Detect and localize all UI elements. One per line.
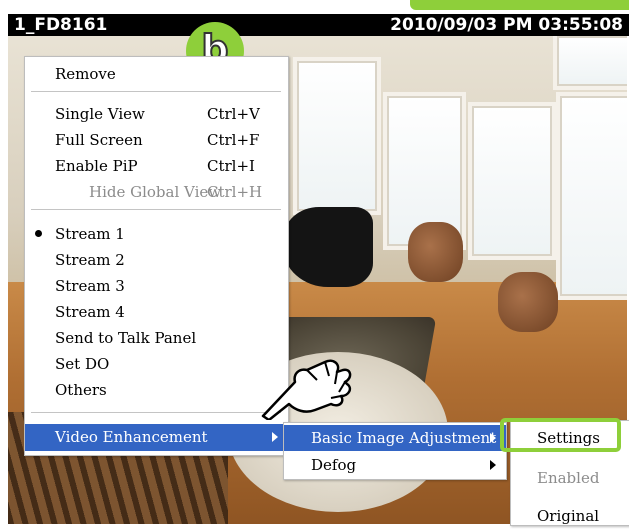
menu-item-label: Others xyxy=(55,381,107,399)
menu-item-label: Stream 4 xyxy=(55,303,125,321)
chevron-right-icon xyxy=(490,433,496,443)
menu-item-hide-global-view: Hide Global View Ctrl+H xyxy=(25,179,288,205)
menu-item-stream-1[interactable]: Stream 1 xyxy=(25,221,288,247)
menu-item-enabled: Enabled xyxy=(511,465,629,491)
armchair xyxy=(408,222,463,282)
menu-item-label: Stream 1 xyxy=(55,225,125,243)
window xyxy=(553,32,627,90)
window xyxy=(468,102,556,260)
menu-item-remove[interactable]: Remove xyxy=(25,61,288,87)
window xyxy=(556,92,627,300)
top-strip xyxy=(390,0,629,14)
menu-item-label: Basic Image Adjustment xyxy=(311,429,497,447)
menu-item-label: Video Enhancement xyxy=(55,428,208,446)
menu-item-shortcut: Ctrl+V xyxy=(207,105,260,123)
window xyxy=(293,57,381,215)
menu-item-label: Hide Global View xyxy=(89,183,222,201)
menu-item-label: Stream 3 xyxy=(55,277,125,295)
menu-item-shortcut: Ctrl+I xyxy=(207,157,255,175)
camera-timestamp: 2010/09/03 PM 03:55:08 xyxy=(390,15,623,35)
context-menu: Remove Single View Ctrl+V Full Screen Ctrl… xyxy=(24,56,289,456)
menu-item-label: Remove xyxy=(55,65,116,83)
menu-item-send-to-talk-panel[interactable]: Send to Talk Panel xyxy=(25,325,288,351)
settings-highlight xyxy=(500,418,621,452)
menu-item-video-enhancement[interactable]: Video Enhancement xyxy=(25,424,288,451)
video-enhancement-submenu: Basic Image Adjustment Defog xyxy=(283,422,507,480)
menu-item-stream-4[interactable]: Stream 4 xyxy=(25,299,288,325)
menu-item-label: Send to Talk Panel xyxy=(55,329,197,347)
menu-item-defog[interactable]: Defog xyxy=(284,452,506,478)
menu-item-shortcut: Ctrl+H xyxy=(207,183,263,201)
chevron-right-icon xyxy=(490,460,496,470)
bullet-icon xyxy=(35,230,42,237)
menu-item-label: Full Screen xyxy=(55,131,143,149)
menu-item-enable-pip[interactable]: Enable PiP Ctrl+I xyxy=(25,153,288,179)
menu-item-original[interactable]: Original xyxy=(511,503,629,529)
menu-item-label: Defog xyxy=(311,456,357,474)
menu-item-basic-image-adjustment[interactable]: Basic Image Adjustment xyxy=(284,425,506,451)
menu-separator xyxy=(31,412,281,413)
menu-item-label: Enabled xyxy=(537,469,600,487)
hand-pointer-icon xyxy=(261,359,352,420)
menu-item-others[interactable]: Others xyxy=(25,377,288,403)
menu-item-label: Enable PiP xyxy=(55,157,138,175)
menu-item-full-screen[interactable]: Full Screen Ctrl+F xyxy=(25,127,288,153)
menu-separator xyxy=(31,209,281,210)
piano xyxy=(283,207,373,287)
chevron-right-icon xyxy=(272,432,278,442)
top-accent-bar xyxy=(410,0,629,10)
menu-item-shortcut: Ctrl+F xyxy=(207,131,260,149)
menu-item-label: Original xyxy=(537,507,600,525)
camera-name: 1_FD8161 xyxy=(14,15,108,35)
menu-item-set-do[interactable]: Set DO xyxy=(25,351,288,377)
menu-item-stream-2[interactable]: Stream 2 xyxy=(25,247,288,273)
menu-item-stream-3[interactable]: Stream 3 xyxy=(25,273,288,299)
menu-item-label: Single View xyxy=(55,105,145,123)
menu-item-label: Set DO xyxy=(55,355,110,373)
camera-title-bar: 1_FD8161 2010/09/03 PM 03:55:08 xyxy=(8,14,629,36)
menu-item-label: Stream 2 xyxy=(55,251,125,269)
armchair xyxy=(498,272,558,332)
menu-separator xyxy=(31,91,281,92)
menu-item-single-view[interactable]: Single View Ctrl+V xyxy=(25,101,288,127)
